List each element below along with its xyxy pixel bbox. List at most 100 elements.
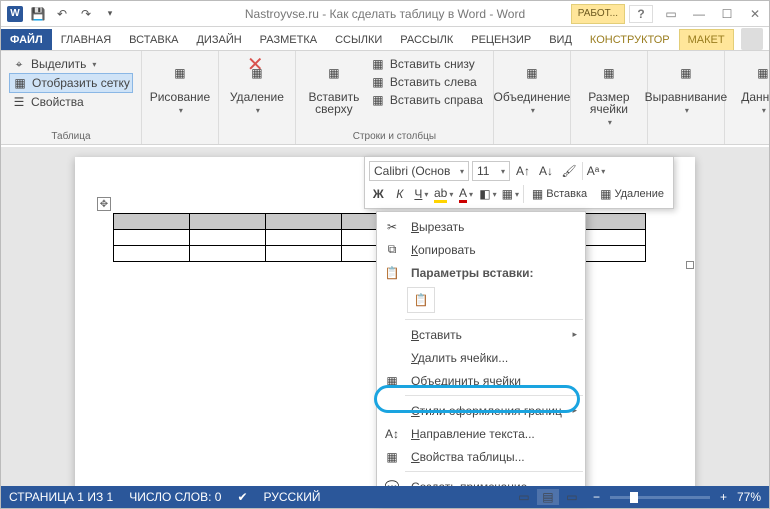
tab-home[interactable]: ГЛАВНАЯ <box>52 29 120 50</box>
paste-icon: 📋 <box>381 264 403 282</box>
cursor-icon: ⌖ <box>11 56 27 72</box>
draw-button[interactable]: ▦Рисование▾ <box>150 55 210 119</box>
insert-right-icon: ▦ <box>370 92 386 108</box>
close-icon[interactable]: ✕ <box>741 3 769 25</box>
alignment-icon: ▦ <box>670 57 702 89</box>
menu-delete-cells[interactable]: Удалить ячейки... <box>377 346 585 369</box>
help-icon[interactable]: ? <box>629 5 653 23</box>
view-web-icon[interactable]: ▭ <box>561 489 583 505</box>
tab-view[interactable]: ВИД <box>540 29 581 50</box>
menu-border-styles[interactable]: Стили оформления границ▸ <box>377 399 585 422</box>
font-size-selector[interactable]: 11▾ <box>472 161 510 181</box>
delete-button[interactable]: ▦✕Удаление▾ <box>227 55 287 119</box>
menu-insert[interactable]: Вставить▸ <box>377 323 585 346</box>
undo-icon[interactable]: ↶ <box>53 5 71 23</box>
status-page[interactable]: СТРАНИЦА 1 ИЗ 1 <box>9 490 113 504</box>
zoom-level[interactable]: 77% <box>737 490 761 504</box>
tab-design[interactable]: ДИЗАЙН <box>187 29 250 50</box>
select-button[interactable]: ⌖Выделить▾ <box>9 55 133 73</box>
menu-table-properties[interactable]: ▦Свойства таблицы... <box>377 445 585 468</box>
grow-font-icon[interactable]: A↑ <box>513 161 533 181</box>
shrink-font-icon[interactable]: A↓ <box>536 161 556 181</box>
menu-copy[interactable]: ⧉Копировать <box>377 238 585 261</box>
tab-table-design[interactable]: КОНСТРУКТОР <box>581 29 679 50</box>
view-read-icon[interactable]: ▭ <box>513 489 535 505</box>
highlight-icon[interactable]: ab▾ <box>434 184 454 204</box>
insert-left-button[interactable]: ▦Вставить слева <box>368 73 485 91</box>
paste-options-label: 📋Параметры вставки: <box>377 261 585 284</box>
status-proofing-icon[interactable]: ✔ <box>237 490 247 504</box>
properties-icon: ☰ <box>11 94 27 110</box>
redo-icon[interactable]: ↷ <box>77 5 95 23</box>
bold-button[interactable]: Ж <box>369 184 388 204</box>
group-merge: ▦Объединение▾ <box>494 51 571 144</box>
borders-icon[interactable]: ▦▾ <box>501 184 520 204</box>
table-move-handle[interactable]: ✥ <box>97 197 111 211</box>
font-family-selector[interactable]: Calibri (Основ▾ <box>369 161 469 181</box>
view-gridlines-button[interactable]: ▦Отобразить сетку <box>9 73 133 93</box>
zoom-in-button[interactable]: + <box>720 490 727 504</box>
tab-table-layout[interactable]: МАКЕТ <box>679 29 734 50</box>
save-icon[interactable]: 💾 <box>29 5 47 23</box>
table-resize-handle[interactable] <box>686 261 694 269</box>
insert-below-icon: ▦ <box>370 56 386 72</box>
mini-toolbar: Calibri (Основ▾ 11▾ A↑ A↓ 🖌 Aᵃ▾ Ж К Ч▾ a… <box>364 156 674 209</box>
mini-insert-button[interactable]: ▦Вставка <box>527 184 592 204</box>
context-menu: ✂Вырезать ⧉Копировать 📋Параметры вставки… <box>376 211 586 502</box>
cell-size-icon: ▦ <box>593 57 625 89</box>
group-draw: ▦Рисование▾ <box>142 51 219 144</box>
insert-below-button[interactable]: ▦Вставить снизу <box>368 55 485 73</box>
menu-cut[interactable]: ✂Вырезать <box>377 215 585 238</box>
styles-icon[interactable]: Aᵃ▾ <box>586 161 606 181</box>
zoom-slider[interactable] <box>610 496 710 499</box>
copy-icon: ⧉ <box>381 241 403 259</box>
status-language[interactable]: РУССКИЙ <box>264 490 321 504</box>
font-color-icon[interactable]: A▾ <box>457 184 476 204</box>
group-rows-cols: ▦Вставить сверху ▦Вставить снизу ▦Встави… <box>296 51 494 144</box>
paste-options-row: 📋 <box>377 284 585 316</box>
status-word-count[interactable]: ЧИСЛО СЛОВ: 0 <box>129 490 221 504</box>
table-properties-icon: ▦ <box>381 448 403 466</box>
minimize-icon[interactable]: — <box>685 3 713 25</box>
alignment-button[interactable]: ▦Выравнивание▾ <box>656 55 716 119</box>
maximize-icon[interactable]: ☐ <box>713 3 741 25</box>
properties-button[interactable]: ☰Свойства <box>9 93 133 111</box>
view-print-icon[interactable]: ▤ <box>537 489 559 505</box>
menu-text-direction[interactable]: A↕Направление текста... <box>377 422 585 445</box>
status-bar: СТРАНИЦА 1 ИЗ 1 ЧИСЛО СЛОВ: 0 ✔ РУССКИЙ … <box>1 486 769 508</box>
format-painter-icon[interactable]: 🖌 <box>559 161 579 181</box>
insert-right-button[interactable]: ▦Вставить справа <box>368 91 485 109</box>
cell-size-button[interactable]: ▦Размер ячейки▾ <box>579 55 639 131</box>
tab-layout[interactable]: РАЗМЕТКА <box>251 29 326 50</box>
delete-icon: ▦ <box>600 187 611 201</box>
ribbon-options-icon[interactable]: ▭ <box>657 3 685 25</box>
italic-button[interactable]: К <box>391 184 410 204</box>
insert-left-icon: ▦ <box>370 74 386 90</box>
paste-keep-formatting-icon[interactable]: 📋 <box>407 287 435 313</box>
user-avatar[interactable] <box>741 28 763 50</box>
delete-table-icon: ▦✕ <box>241 57 273 89</box>
tab-review[interactable]: РЕЦЕНЗИР <box>462 29 540 50</box>
title-bar: W 💾 ↶ ↷ ▾ Nastroyvse.ru - Как сделать та… <box>1 1 769 27</box>
tab-insert[interactable]: ВСТАВКА <box>120 29 187 50</box>
data-button[interactable]: ▦Данные▾ <box>733 55 770 119</box>
group-delete: ▦✕Удаление▾ <box>219 51 296 144</box>
qat-more-icon[interactable]: ▾ <box>101 5 119 23</box>
insert-above-button[interactable]: ▦Вставить сверху <box>304 55 364 117</box>
tab-references[interactable]: ССЫЛКИ <box>326 29 391 50</box>
group-cell-size: ▦Размер ячейки▾ <box>571 51 648 144</box>
tab-file[interactable]: ФАЙЛ <box>1 29 52 50</box>
underline-button[interactable]: Ч▾ <box>412 184 431 204</box>
merge-icon: ▦ <box>516 57 548 89</box>
zoom-out-button[interactable]: − <box>593 490 600 504</box>
insert-above-icon: ▦ <box>318 57 350 89</box>
mini-delete-button[interactable]: ▦Удаление <box>595 184 669 204</box>
shading-icon[interactable]: ◧▾ <box>478 184 497 204</box>
group-table: ⌖Выделить▾ ▦Отобразить сетку ☰Свойства Т… <box>1 51 142 144</box>
tab-mailings[interactable]: РАССЫЛК <box>391 29 462 50</box>
ribbon: ⌖Выделить▾ ▦Отобразить сетку ☰Свойства Т… <box>1 51 769 145</box>
menu-merge-cells[interactable]: ▦Объединить ячейки <box>377 369 585 392</box>
draw-table-icon: ▦ <box>164 57 196 89</box>
merge-button[interactable]: ▦Объединение▾ <box>502 55 562 119</box>
word-icon: W <box>7 6 23 22</box>
